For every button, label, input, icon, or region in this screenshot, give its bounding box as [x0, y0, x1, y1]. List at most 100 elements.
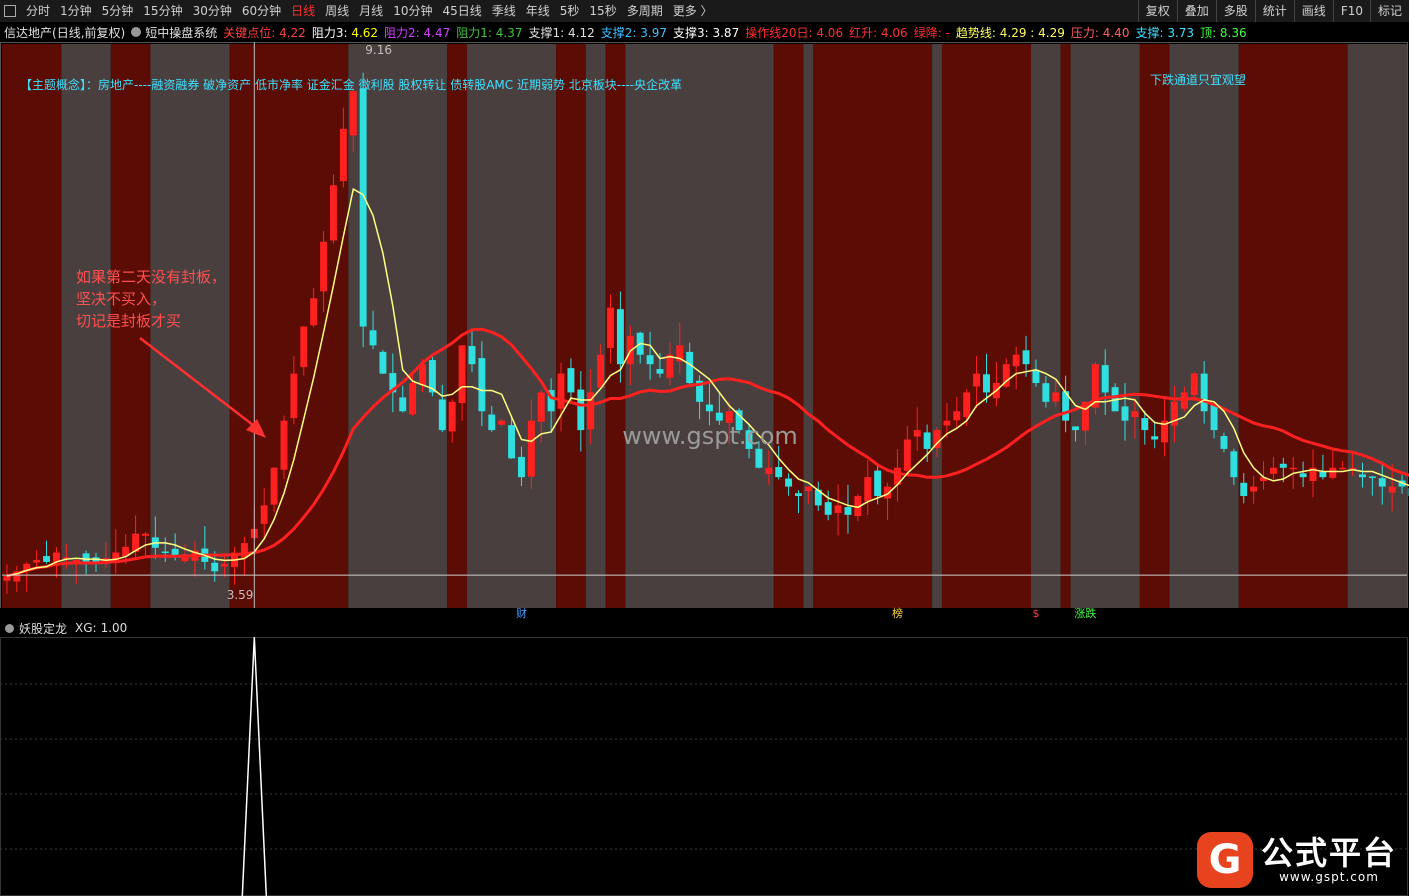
- period-tab-4[interactable]: 30分钟: [189, 0, 238, 22]
- candle-body: [409, 383, 417, 415]
- candle-body: [290, 373, 298, 419]
- main-kline-chart[interactable]: 【主题概念】：房地产----融资融券 破净资产 低市净率 证金汇金 微利股 股权…: [0, 42, 1409, 619]
- indicator-label-6: 支撑3:: [672, 25, 709, 40]
- candle-body: [755, 448, 763, 468]
- indicator-label-5: 支撑2:: [600, 25, 637, 40]
- candle-body: [1359, 474, 1366, 478]
- indicator-value-8: 4.06: [877, 25, 908, 40]
- background-band: [1347, 44, 1407, 609]
- period-tab-11[interactable]: 季线: [488, 0, 522, 22]
- candle-body: [310, 298, 318, 326]
- candle-body: [488, 414, 496, 431]
- candle-body: [1269, 467, 1277, 474]
- candle-body: [903, 439, 911, 471]
- candle-body: [438, 399, 446, 431]
- indicator-label-3: 阻力1:: [456, 25, 492, 40]
- advice-text: 切记是封板才买: [76, 312, 181, 330]
- candle-body: [161, 551, 169, 554]
- indicator-value-11: 4.40: [1098, 25, 1130, 40]
- period-tab-2[interactable]: 5分钟: [98, 0, 140, 22]
- toolbar-button-3[interactable]: 统计: [1254, 0, 1294, 22]
- indicator-value-0: 4.22: [275, 25, 306, 40]
- background-band: [1169, 44, 1239, 609]
- candle-body: [300, 326, 308, 368]
- toolbar-button-2[interactable]: 多股: [1215, 0, 1255, 22]
- background-band: [1060, 44, 1071, 609]
- toolbar-button-1[interactable]: 叠加: [1176, 0, 1216, 22]
- indicator-label-0: 关键点位:: [223, 25, 276, 40]
- toolbar-right-buttons: 复权 叠加 多股 统计 画线 F10 标记: [1137, 0, 1409, 22]
- candle-body: [33, 560, 41, 563]
- candle-body: [597, 354, 605, 388]
- sub-collapse-icon[interactable]: [5, 623, 14, 633]
- period-tab-6[interactable]: 日线: [287, 0, 321, 22]
- period-tab-13[interactable]: 5秒: [556, 0, 586, 22]
- candle-body: [973, 373, 981, 387]
- period-tab-15[interactable]: 多周期: [623, 0, 669, 22]
- indicator-label-11: 压力:: [1070, 25, 1099, 40]
- candle-body: [1378, 478, 1386, 487]
- candle-body: [458, 345, 466, 404]
- system-name[interactable]: 短中操盘系统: [145, 24, 217, 41]
- toolbar-button-0[interactable]: 复权: [1137, 0, 1177, 22]
- background-band: [467, 44, 557, 609]
- candle-body: [963, 392, 971, 418]
- indicator-value-7: 4.06: [812, 25, 844, 40]
- background-band: [1031, 44, 1061, 609]
- high-price-label: 9.16: [365, 43, 392, 57]
- background-band: [556, 44, 586, 609]
- period-tab-3[interactable]: 15分钟: [139, 0, 188, 22]
- stock-name[interactable]: 信达地产: [4, 24, 52, 41]
- sub-indicator-title[interactable]: 妖股定龙: [19, 620, 67, 637]
- candle-body: [1240, 482, 1248, 496]
- candle-body: [874, 470, 882, 496]
- period-tab-9[interactable]: 10分钟: [389, 0, 438, 22]
- candle-body: [1151, 436, 1159, 440]
- candle-body: [1200, 373, 1208, 412]
- period-tab-16[interactable]: 更多 〉: [669, 0, 719, 22]
- downtrend-text: 下跌通道只宜观望: [1150, 72, 1246, 87]
- system-dropdown-icon[interactable]: [131, 27, 142, 37]
- indicator-value-1: 4.62: [347, 25, 379, 40]
- candle-body: [399, 397, 407, 412]
- background-band: [229, 44, 349, 609]
- period-tab-8[interactable]: 月线: [355, 0, 389, 22]
- candle-body: [1052, 392, 1060, 402]
- background-band: [2, 44, 62, 609]
- advice-text: 坚决不买入，: [76, 290, 166, 308]
- concept-text: 【主题概念】：房地产----融资融券 破净资产 低市净率 证金汇金 微利股 股权…: [20, 77, 682, 92]
- event-marker: 财: [516, 606, 527, 619]
- indicator-label-7: 操作线20日:: [745, 25, 813, 40]
- period-tab-1[interactable]: 1分钟: [56, 0, 98, 22]
- candle-body: [270, 467, 278, 505]
- candle-body: [607, 307, 614, 349]
- candle-body: [1072, 426, 1080, 431]
- panel-toggle-icon[interactable]: [4, 5, 16, 17]
- candle-body: [1210, 404, 1218, 431]
- period-tab-12[interactable]: 年线: [522, 0, 556, 22]
- indicator-value-6: 3.87: [708, 25, 740, 40]
- candle-body: [795, 493, 802, 496]
- period-tab-0[interactable]: 分时: [22, 0, 56, 22]
- candle-body: [775, 466, 783, 478]
- candle-body: [1042, 383, 1050, 402]
- toolbar-button-4[interactable]: 画线: [1293, 0, 1333, 22]
- indicator-label-12: 支撑:: [1135, 25, 1164, 40]
- candle-body: [686, 351, 694, 383]
- period-tab-7[interactable]: 周线: [321, 0, 355, 22]
- period-tab-5[interactable]: 60分钟: [238, 0, 287, 22]
- candle-body: [1388, 486, 1396, 493]
- candle-body: [1141, 418, 1149, 431]
- event-marker: 涨跌: [1074, 606, 1096, 619]
- period-tab-14[interactable]: 15秒: [585, 0, 622, 22]
- candle-body: [834, 505, 842, 514]
- toolbar-button-6[interactable]: 标记: [1369, 0, 1409, 22]
- period-tab-10[interactable]: 45日线: [438, 0, 487, 22]
- background-band: [1139, 44, 1170, 609]
- toolbar-button-5[interactable]: F10: [1332, 0, 1370, 22]
- candle-body: [765, 467, 773, 474]
- candle-body: [1220, 435, 1228, 449]
- candle-body: [844, 507, 852, 515]
- indicator-label-13: 顶:: [1200, 25, 1217, 40]
- indicator-value-13: 8.36: [1216, 25, 1247, 40]
